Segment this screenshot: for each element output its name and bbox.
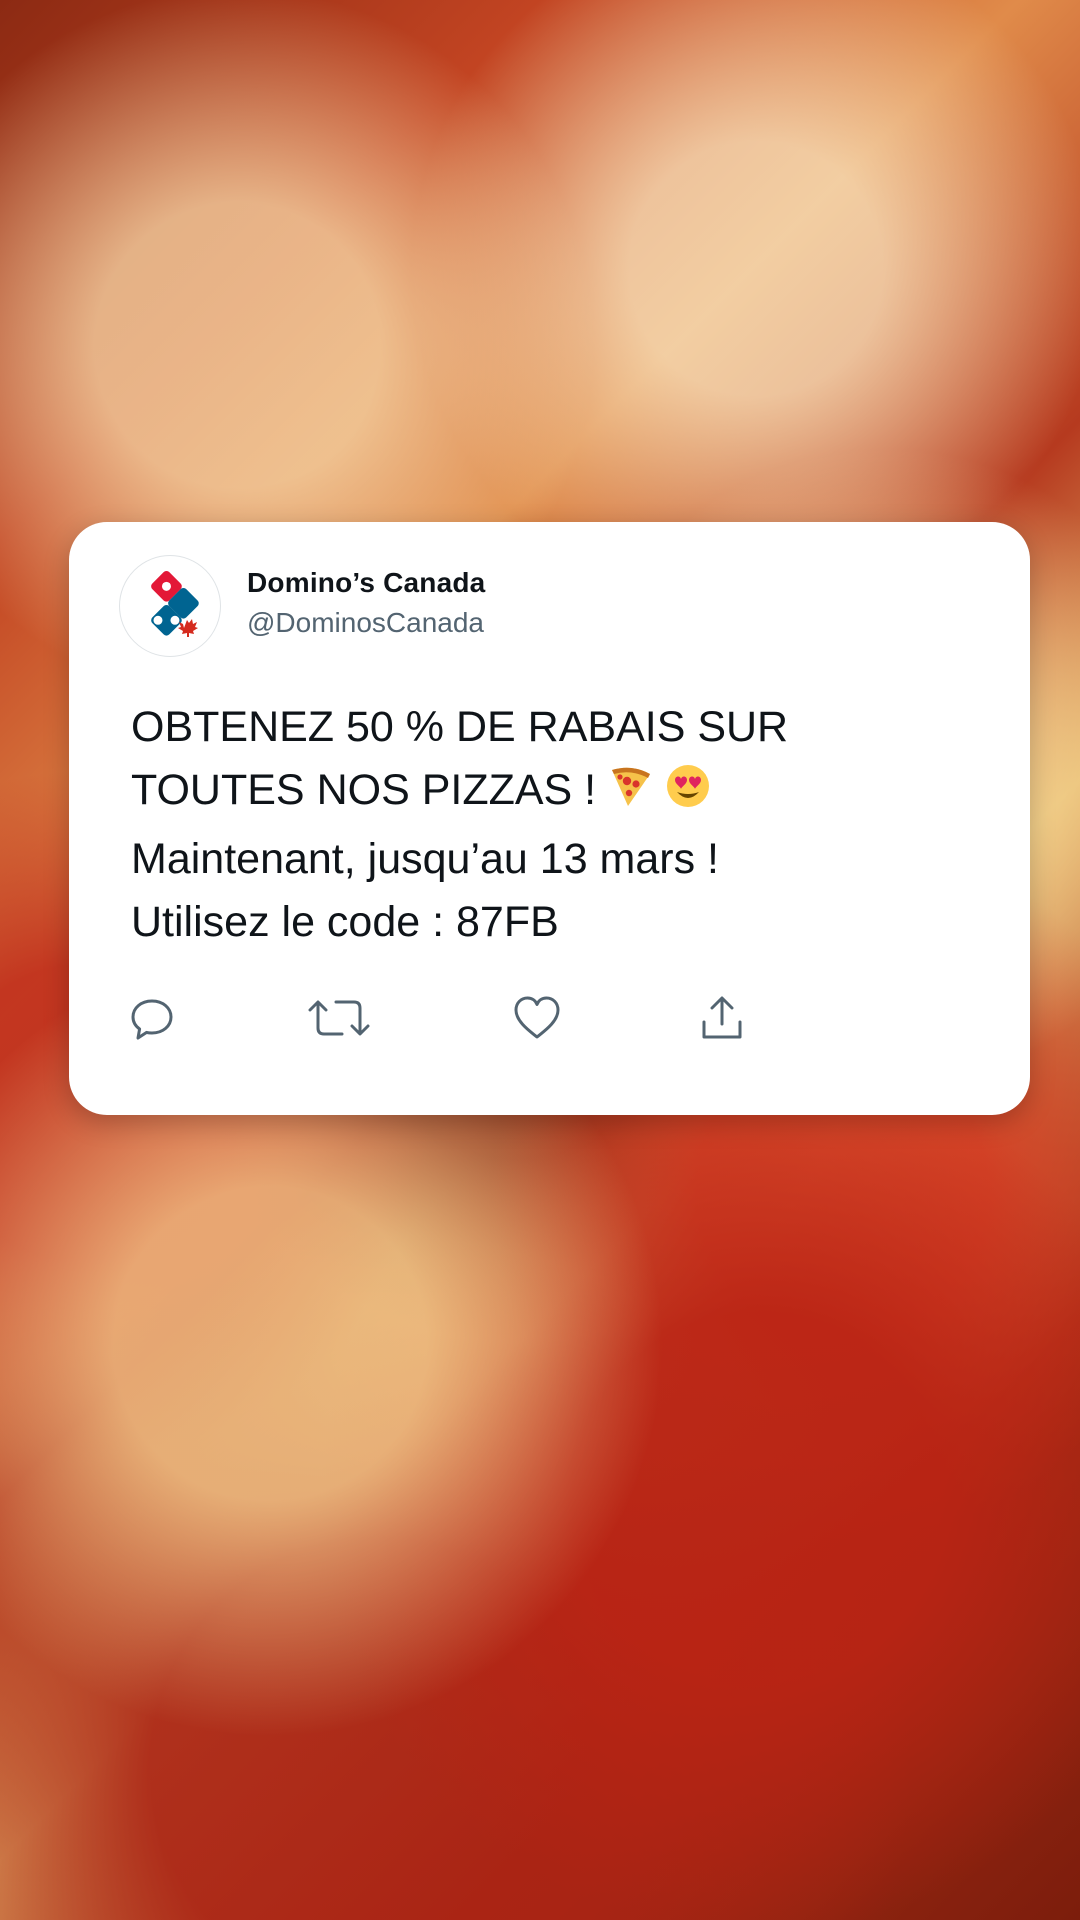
reply-icon [131,999,173,1040]
dominos-logo-icon [151,571,199,637]
retweet-button[interactable] [304,990,374,1046]
share-button[interactable] [694,990,750,1046]
tweet-line-4: Utilisez le code : 87FB [131,898,559,946]
like-icon [514,996,560,1039]
tweet-card: Domino’s Canada @DominosCanada OBTENEZ 5… [69,522,1030,1115]
retweet-icon [308,1000,370,1036]
share-icon [702,996,742,1039]
pizza-emoji [606,762,654,828]
like-button[interactable] [509,990,565,1046]
tweet-line-2-text: TOUTES NOS PIZZAS ! [131,766,597,814]
tweet-line-1: OBTENEZ 50 % DE RABAIS SUR [131,703,789,751]
tweet-text: OBTENEZ 50 % DE RABAIS SUR TOUTES NOS PI… [131,696,971,954]
tweet-line-3: Maintenant, jusqu’au 13 mars ! [131,835,719,883]
reply-button[interactable] [124,990,180,1046]
author-name[interactable]: Domino’s Canada [247,567,485,599]
tweet-line-2: TOUTES NOS PIZZAS ! [131,759,971,828]
author-handle[interactable]: @DominosCanada [247,607,484,639]
tweet-actions [119,990,839,1050]
heart-eyes-emoji [664,762,712,828]
avatar[interactable] [119,555,221,657]
